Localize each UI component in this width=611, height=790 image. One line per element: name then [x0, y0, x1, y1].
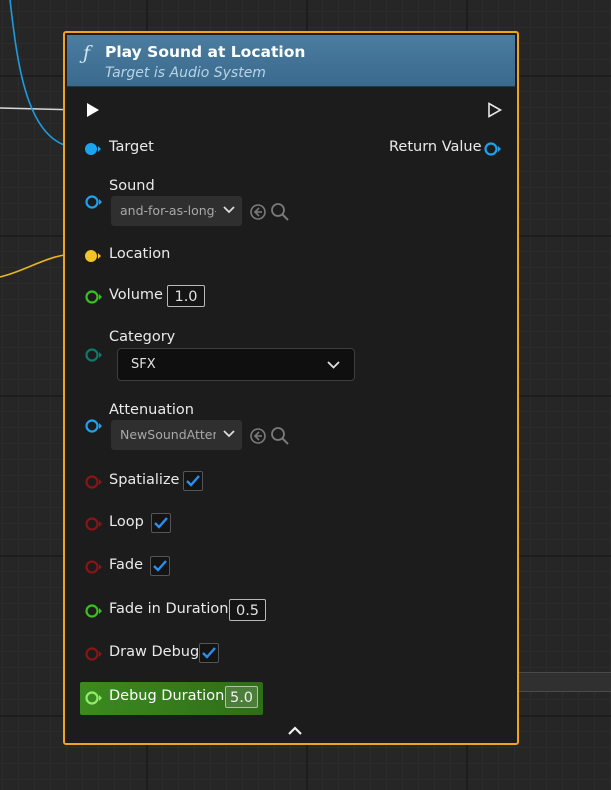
volume-input[interactable]: 1.0	[167, 285, 205, 307]
chevron-down-icon	[223, 206, 235, 214]
chevron-down-icon	[327, 361, 340, 369]
fade-in-duration-label: Fade in Duration	[109, 601, 229, 617]
return-value-pin[interactable]	[483, 141, 503, 157]
location-label: Location	[109, 246, 171, 262]
fade-in-duration-pin[interactable]	[84, 603, 104, 619]
target-pin[interactable]	[84, 141, 102, 157]
spatialize-checkbox[interactable]	[183, 471, 203, 491]
return-value-label: Return Value	[389, 139, 482, 155]
debug-duration-pin[interactable]	[84, 690, 104, 706]
node-subtitle: Target is Audio System	[105, 65, 266, 81]
volume-pin[interactable]	[84, 289, 104, 305]
loop-checkbox[interactable]	[151, 513, 171, 533]
attenuation-pin[interactable]	[84, 418, 104, 434]
fade-pin[interactable]	[84, 559, 104, 575]
sound-label: Sound	[109, 178, 155, 194]
debug-duration-label: Debug Duration	[109, 688, 225, 704]
attenuation-label: Attenuation	[109, 402, 194, 418]
category-label: Category	[109, 329, 176, 345]
category-value: SFX	[131, 357, 156, 372]
debug-duration-input[interactable]: 5.0	[225, 686, 258, 708]
collapse-advanced-chevron-up-icon[interactable]	[287, 725, 303, 737]
category-pin[interactable]	[84, 347, 104, 363]
fade-in-duration-input[interactable]: 0.5	[229, 599, 266, 621]
use-selected-asset-icon[interactable]	[249, 427, 267, 445]
attenuation-asset-value: NewSoundAttenu	[120, 427, 216, 442]
fade-label: Fade	[109, 557, 144, 573]
exec-out-pin[interactable]	[487, 102, 503, 118]
checkmark-icon	[154, 517, 168, 529]
browse-asset-search-icon[interactable]	[270, 426, 290, 446]
location-pin[interactable]	[84, 248, 102, 264]
loop-pin[interactable]	[84, 516, 104, 532]
play-sound-at-location-node[interactable]: ƒ Play Sound at Location Target is Audio…	[63, 31, 519, 745]
node-title: Play Sound at Location	[105, 43, 306, 61]
checkmark-icon	[186, 475, 200, 487]
draw-debug-checkbox[interactable]	[199, 643, 219, 663]
target-label: Target	[109, 139, 154, 155]
use-selected-asset-icon[interactable]	[249, 203, 267, 221]
sound-pin[interactable]	[84, 194, 104, 210]
chevron-down-icon	[223, 430, 235, 438]
draw-debug-pin[interactable]	[84, 646, 104, 662]
checkmark-icon	[202, 647, 216, 659]
loop-label: Loop	[109, 514, 144, 530]
spatialize-pin[interactable]	[84, 474, 104, 490]
attenuation-asset-combo[interactable]: NewSoundAttenu	[111, 420, 242, 450]
spatialize-label: Spatialize	[109, 472, 180, 488]
sound-asset-value: and-for-as-long-	[120, 203, 216, 218]
exec-in-pin[interactable]	[85, 102, 101, 118]
browse-asset-search-icon[interactable]	[270, 202, 290, 222]
category-dropdown[interactable]: SFX	[117, 348, 355, 381]
node-header[interactable]: ƒ Play Sound at Location Target is Audio…	[67, 35, 515, 87]
volume-label: Volume	[109, 287, 163, 303]
draw-debug-label: Draw Debug	[109, 644, 200, 660]
fade-checkbox[interactable]	[150, 556, 170, 576]
sound-asset-combo[interactable]: and-for-as-long-	[111, 196, 242, 226]
checkmark-icon	[153, 560, 167, 572]
function-icon: ƒ	[83, 42, 91, 64]
